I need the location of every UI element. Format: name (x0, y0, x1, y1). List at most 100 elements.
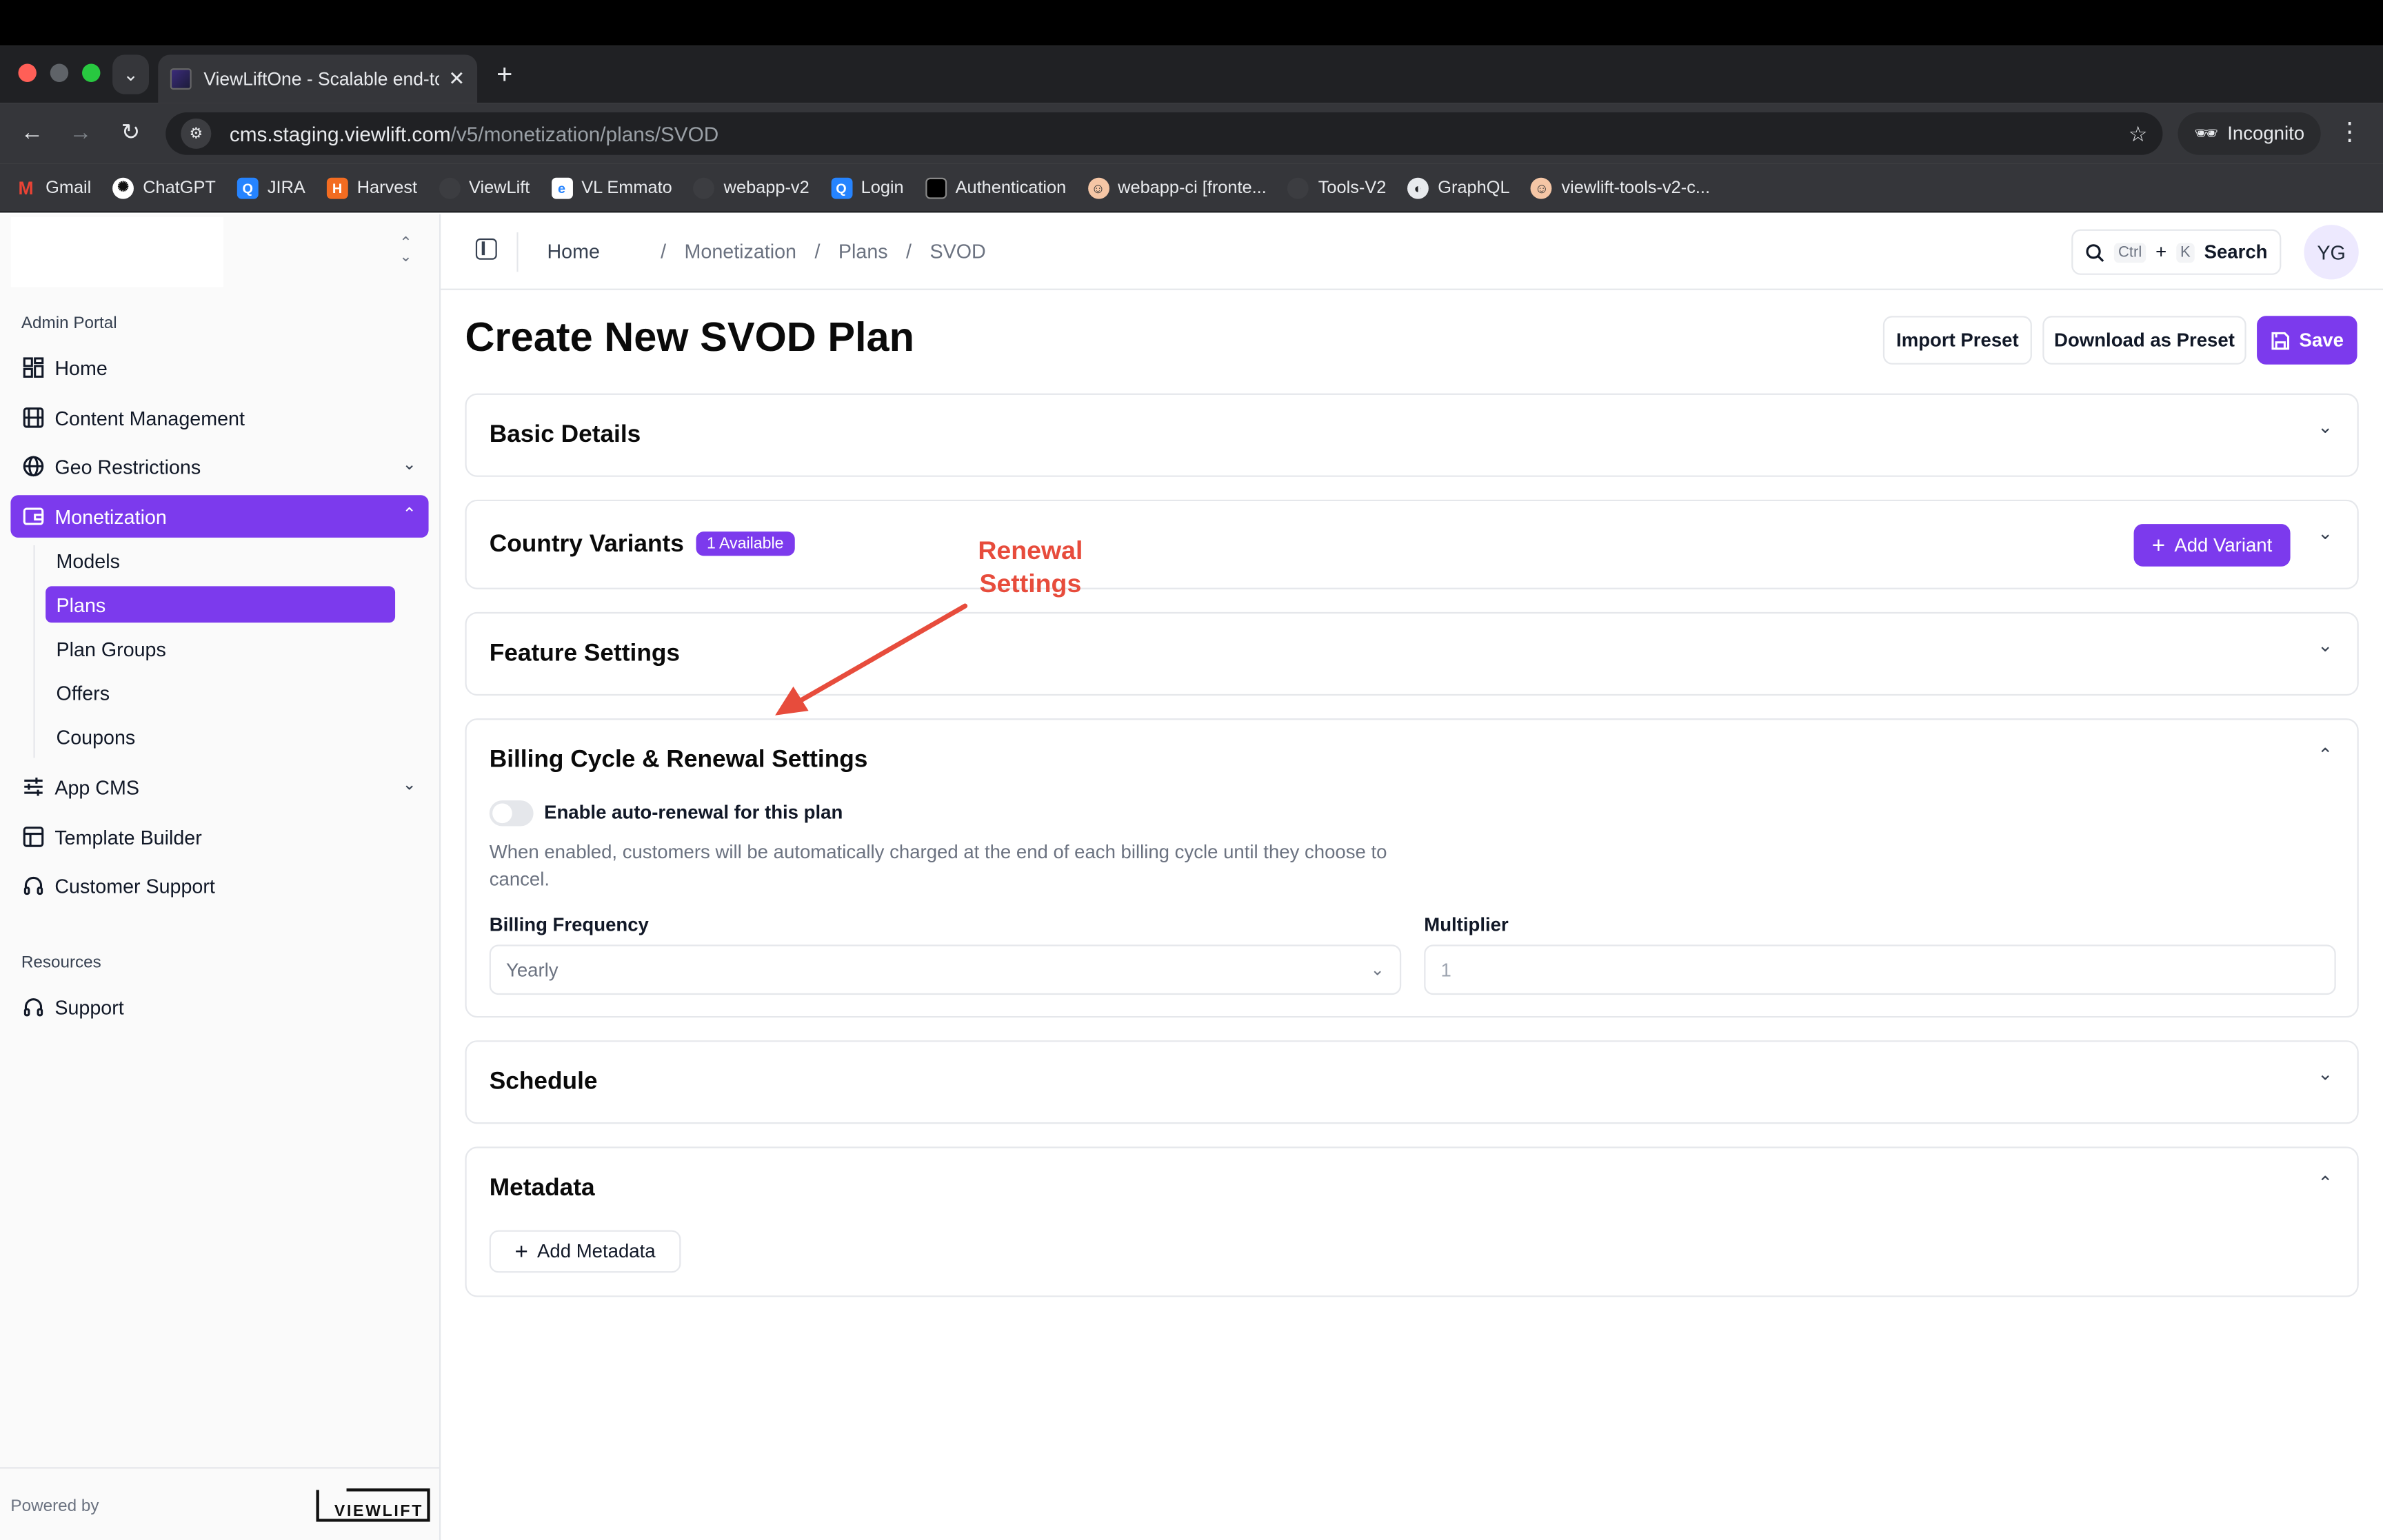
sidebar-subitem-offers[interactable]: Offers (46, 674, 395, 711)
back-icon[interactable]: ← (15, 117, 48, 150)
annotation-arrow (775, 603, 968, 716)
schedule-card[interactable]: Schedule ⌄ (465, 1040, 2359, 1124)
forward-icon[interactable]: → (64, 117, 97, 150)
url-text: cms.staging.viewlift.com/v5/monetization… (229, 122, 719, 145)
avatar[interactable]: YG (2304, 225, 2359, 280)
main-content: Create New SVOD Plan Import Preset Downl… (441, 290, 2383, 1540)
breadcrumb-separator: / (906, 240, 912, 263)
chevron-up-icon[interactable]: ⌃ (2317, 744, 2333, 766)
sidebar-item-geo-restrictions[interactable]: Geo Restrictions ⌄ (10, 445, 428, 488)
bookmark-item[interactable]: ViewLift (438, 176, 530, 199)
headset-icon (23, 875, 44, 896)
plus-icon: + (2151, 532, 2166, 558)
sidebar-subitem-coupons[interactable]: Coupons (46, 718, 395, 755)
browser-menu-icon[interactable]: ⋮ (2337, 115, 2362, 152)
breadcrumb-home[interactable]: Home (547, 240, 599, 263)
breadcrumb-monetization[interactable]: Monetization (685, 240, 796, 263)
kbd-ctrl: Ctrl (2113, 242, 2146, 263)
chevron-down-icon[interactable]: ⌄ (2317, 1063, 2333, 1084)
chevron-down-icon[interactable]: ⌄ (2317, 635, 2333, 656)
chevron-up-icon[interactable]: ⌃ (403, 504, 416, 524)
sidebar-item-content-management[interactable]: Content Management (10, 396, 428, 439)
multiplier-input[interactable]: 1 (1424, 944, 2336, 995)
powered-by-label: Powered by (10, 1497, 99, 1516)
basic-details-card[interactable]: Basic Details ⌄ (465, 393, 2359, 477)
sliders-icon (23, 776, 44, 798)
bookmark-item[interactable]: ☺ viewlift-tools-v2-c... (1531, 176, 1710, 199)
reload-icon[interactable]: ↻ (114, 117, 147, 150)
address-bar[interactable]: ⚙ cms.staging.viewlift.com/v5/monetizati… (165, 112, 2163, 155)
chevron-down-icon[interactable]: ⌄ (2317, 416, 2333, 438)
card-title-feature-settings: Feature Settings (489, 640, 681, 667)
harvest-icon: H (326, 176, 348, 199)
sidebar-item-support[interactable]: Support (10, 986, 428, 1029)
metadata-card: Metadata ⌃ + Add Metadata (465, 1146, 2359, 1297)
sidebar-item-monetization[interactable]: Monetization ⌃ (10, 495, 429, 538)
chevron-down-icon: ⌄ (123, 63, 139, 85)
github-icon (1287, 176, 1309, 199)
country-variants-card[interactable]: Country Variants 1 Available + Add Varian… (465, 499, 2359, 589)
sidebar-item-template-builder[interactable]: Template Builder (10, 815, 428, 858)
globe-icon (23, 456, 44, 477)
incognito-indicator[interactable]: 🕶 Incognito (2178, 112, 2321, 155)
billing-frequency-select[interactable]: Yearly ⌄ (489, 944, 1402, 995)
minimize-window-button[interactable] (50, 63, 69, 82)
chevron-down-icon[interactable]: ⌄ (2317, 523, 2333, 544)
sidebar-item-home[interactable]: Home (10, 346, 428, 389)
brand-logo-area[interactable] (10, 217, 224, 287)
bookmark-item[interactable]: Authentication (925, 176, 1066, 199)
import-preset-button[interactable]: Import Preset (1882, 316, 2032, 365)
chevron-down-icon[interactable]: ⌄ (403, 454, 416, 474)
breadcrumb-svod: SVOD (929, 240, 986, 263)
plus-icon: + (514, 1238, 528, 1265)
bookmark-item[interactable]: ◐ GraphQL (1407, 176, 1510, 199)
bookmark-item[interactable]: webapp-v2 (693, 176, 810, 199)
graphql-icon: ◐ (1407, 176, 1429, 199)
bookmark-item[interactable]: ☺ webapp-ci [fronte... (1087, 176, 1267, 199)
feature-settings-card[interactable]: Feature Settings ⌄ (465, 611, 2359, 696)
sidebar-subitem-models[interactable]: Models (46, 543, 395, 579)
search-icon (2086, 243, 2104, 261)
close-tab-icon[interactable]: ✕ (448, 67, 465, 91)
download-preset-button[interactable]: Download as Preset (2042, 316, 2246, 365)
search-label: Search (2204, 241, 2268, 263)
available-badge: 1 Available (696, 531, 794, 556)
sidebar-subitem-plans[interactable]: Plans (46, 586, 396, 623)
chevrons-up-down-icon[interactable]: ⌃ ⌄ (394, 236, 418, 265)
layout-icon (23, 827, 44, 848)
bookmark-item[interactable]: ✺ ChatGPT (112, 176, 216, 199)
bookmark-item[interactable]: M Gmail (15, 177, 91, 199)
chevron-down-icon[interactable]: ⌄ (403, 775, 416, 794)
maximize-window-button[interactable] (82, 63, 101, 82)
close-window-button[interactable] (18, 63, 37, 82)
toggle-sidebar-icon[interactable] (475, 238, 497, 260)
new-tab-button[interactable]: + (490, 58, 520, 91)
bookmark-item[interactable]: H Harvest (326, 176, 417, 199)
chevron-up-icon[interactable]: ⌃ (2317, 1173, 2333, 1194)
add-metadata-button[interactable]: + Add Metadata (489, 1230, 681, 1273)
tab-search-button[interactable]: ⌄ (112, 54, 150, 94)
app-root: ⌃ ⌄ Admin Portal Home Content Management … (0, 214, 2383, 1540)
sidebar-item-customer-support[interactable]: Customer Support (10, 864, 428, 907)
card-title-billing-cycle: Billing Cycle & Renewal Settings (489, 747, 868, 773)
card-title-metadata: Metadata (489, 1175, 595, 1202)
sidebar-subitem-plan-groups[interactable]: Plan Groups (46, 630, 395, 667)
tab-title: ViewLiftOne - Scalable end-to (203, 68, 440, 90)
card-title-schedule: Schedule (489, 1069, 598, 1095)
auto-renewal-toggle[interactable] (489, 800, 534, 827)
bookmark-item[interactable]: Tools-V2 (1287, 176, 1386, 199)
app-header: Home / Monetization / Plans / SVOD Ctrl … (441, 214, 2383, 290)
browser-tab[interactable]: ViewLiftOne - Scalable end-to ✕ (158, 54, 478, 103)
bookmark-item[interactable]: Q Login (830, 176, 904, 199)
breadcrumb-plans[interactable]: Plans (838, 240, 888, 263)
site-info-icon[interactable]: ⚙ (181, 118, 212, 149)
bookmark-item[interactable]: Q JIRA (237, 176, 305, 199)
multiplier-placeholder: 1 (1440, 959, 1451, 981)
save-button[interactable]: Save (2257, 316, 2357, 365)
sidebar-item-app-cms[interactable]: App CMS ⌄ (10, 765, 428, 808)
search-button[interactable]: Ctrl + K Search (2071, 229, 2282, 275)
bookmark-star-icon[interactable]: ☆ (2129, 121, 2148, 146)
bookmark-item[interactable]: e VL Emmato (551, 176, 672, 199)
add-variant-button[interactable]: + Add Variant (2133, 524, 2291, 567)
wallet-icon (23, 506, 44, 527)
